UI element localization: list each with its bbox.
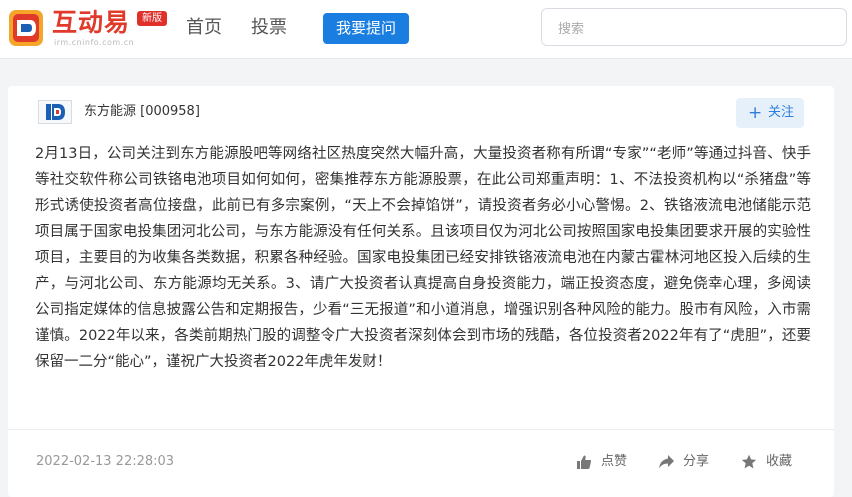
search-input[interactable] — [556, 18, 830, 40]
star-icon — [741, 454, 757, 469]
logo-mark-icon — [9, 10, 43, 46]
post-content: 2月13日，公司关注到东方能源股吧等网络社区热度突然大幅升高，大量投资者称有所谓… — [35, 146, 811, 370]
top-navigation-bar: 互动易 irm.cninfo.com.cn 新版 首页 投票 我要提问 — [0, 0, 852, 59]
ask-question-button[interactable]: 我要提问 — [323, 13, 409, 44]
share-arrow-icon — [659, 455, 674, 469]
post-date: 2022-02-13 22:28:03 — [36, 454, 175, 469]
company-logo-icon — [38, 100, 72, 124]
follow-button[interactable]: + 关注 — [736, 98, 804, 128]
qa-post-card: 东方能源 [000958] + 关注 2月13日，公司关注到东方能源股吧等网络社… — [8, 86, 834, 497]
like-label: 点赞 — [601, 454, 628, 469]
favorite-label: 收藏 — [766, 454, 793, 469]
logo-domain: irm.cninfo.com.cn — [54, 38, 135, 47]
plus-icon: + — [748, 103, 763, 123]
favorite-button[interactable]: 收藏 — [741, 452, 803, 472]
thumbs-up-icon — [577, 455, 592, 469]
logo-text: 互动易 — [52, 8, 131, 37]
new-version-badge: 新版 — [137, 11, 167, 26]
share-button[interactable]: 分享 — [658, 452, 718, 472]
like-button[interactable]: 点赞 — [576, 452, 636, 472]
share-label: 分享 — [683, 454, 710, 469]
follow-label: 关注 — [768, 105, 795, 120]
site-logo[interactable]: 互动易 irm.cninfo.com.cn 新版 — [8, 6, 168, 52]
nav-home[interactable]: 首页 — [186, 16, 222, 40]
nav-vote[interactable]: 投票 — [251, 16, 287, 40]
search-box[interactable] — [541, 8, 847, 46]
company-name[interactable]: 东方能源 [000958] — [84, 104, 200, 120]
divider — [8, 429, 834, 430]
